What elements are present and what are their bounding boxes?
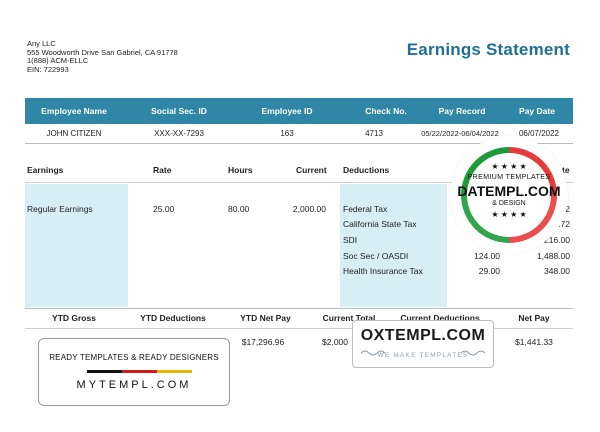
header-earnings: Earnings [27,165,64,175]
header-rate: Rate [153,165,172,175]
company-ein: EIN: 722993 [27,64,69,74]
oxtempl-watermark: OXTEMPL.COM WE MAKE TEMPLATES [352,320,494,368]
deduction-label: SDI [343,235,358,245]
divider [25,308,573,309]
deduction-label: Soc Sec / OASDI [343,251,409,261]
banner-bottom-text: MYTEMPL.COM [76,379,192,391]
header-hours: Hours [228,165,253,175]
earnings-rate: 25.00 [153,204,175,214]
earnings-hours: 80.00 [228,204,250,214]
oxtempl-wave-icon [360,350,486,356]
deduction-current: 29.00 [478,266,500,276]
page-title: Earnings Statement [406,40,570,59]
deductions-column-shade [340,184,447,307]
promo-banner: READY TEMPLATES & READY DESIGNERS MYTEMP… [38,338,230,406]
header-check-no: Check No. [365,106,407,116]
flag-bar-red [122,370,157,373]
cell-employee-name: JOHN CITIZEN [46,129,102,138]
earnings-label: Regular Earnings [27,204,93,214]
badge-stars-bottom: ★ ★ ★ ★ [491,210,527,219]
badge-line3: & DESIGN [492,200,526,207]
banner-top-text: READY TEMPLATES & READY DESIGNERS [49,353,219,362]
deduction-label: Federal Tax [343,204,388,214]
deduction-label: Health Insurance Tax [343,266,423,276]
ytd-net-pay-value: $17,296.96 [241,337,285,347]
company-block: Any LLC 555 Woodworth Drive San Gabriel,… [27,39,178,74]
deduction-label: California State Tax [343,219,417,229]
header-employee-name: Employee Name [41,106,107,116]
header-deductions: Deductions [343,165,390,175]
flag-bar-yellow [157,370,192,373]
employee-header-band: Employee Name Social Sec. ID Employee ID… [25,98,573,124]
header-ytd-net-pay: YTD Net Pay [240,313,291,323]
header-pay-date: Pay Date [519,106,555,116]
cell-check-no: 4713 [365,129,383,138]
earnings-current: 2,000.00 [292,204,326,214]
header-pay-record: Pay Record [438,106,486,116]
cell-employee-id: 163 [280,129,294,138]
flag-bar-black [87,370,122,373]
badge-line2: DATEMPL.COM [457,183,561,199]
earnings-column-shade [25,184,128,307]
cell-social-sec-id: XXX-XX-7293 [154,129,204,138]
header-ytd-deductions: YTD Deductions [140,313,206,323]
net-pay-value: $1,441.33 [515,337,553,347]
deduction-ytd: 348.00 [544,266,570,276]
watermark-badge: ★ ★ ★ ★ PREMIUM TEMPLATES DATEMPL.COM & … [450,136,568,254]
header-employee-id: Employee ID [261,106,313,116]
badge-stars-top: ★ ★ ★ ★ [491,162,527,171]
badge-line1: PREMIUM TEMPLATES [467,174,551,181]
header-ytd-gross: YTD Gross [52,313,96,323]
header-net-pay: Net Pay [518,313,550,323]
header-social-sec-id: Social Sec. ID [151,106,207,116]
header-current: Current [296,165,327,175]
